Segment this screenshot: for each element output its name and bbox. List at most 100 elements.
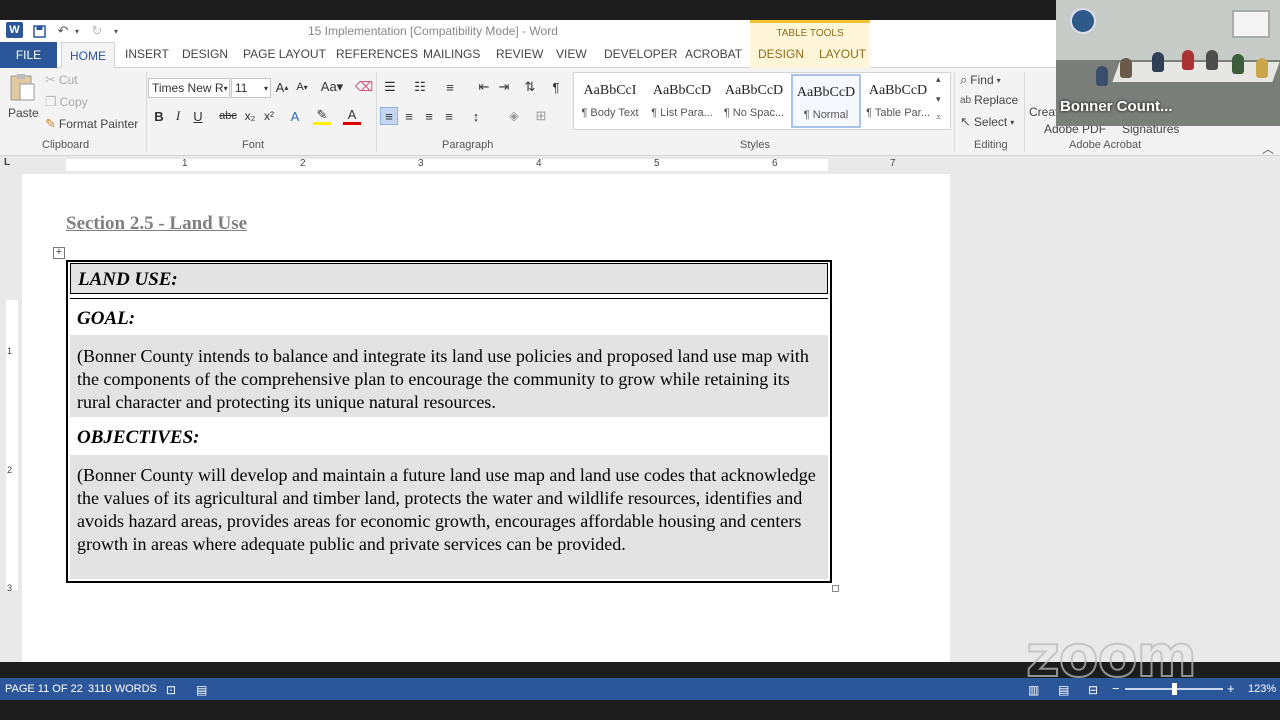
strikethrough-icon[interactable]: abc <box>219 107 237 125</box>
align-center-icon[interactable]: ≡ <box>400 107 418 125</box>
style-name: ¶ Body Text <box>581 107 639 119</box>
table-cell-goal-text[interactable]: (Bonner County intends to balance and in… <box>70 335 828 417</box>
tab-references[interactable]: REFERENCES <box>336 47 418 61</box>
tab-table-layout[interactable]: LAYOUT <box>819 47 866 61</box>
page-counter[interactable]: PAGE 11 OF 22 <box>5 683 83 695</box>
video-window <box>1232 10 1270 38</box>
tab-acrobat[interactable]: ACROBAT <box>685 47 742 61</box>
tab-view[interactable]: VIEW <box>556 47 587 61</box>
chevron-down-icon: ▾ <box>223 83 228 93</box>
redo-icon[interactable]: ↻ <box>88 22 106 40</box>
paste-icon[interactable] <box>8 72 38 102</box>
underline-icon[interactable]: U <box>189 107 207 125</box>
show-formatting-icon[interactable]: ¶ <box>547 78 565 96</box>
table-tools-header: TABLE TOOLS <box>750 20 870 44</box>
style-body-text[interactable]: AaBbCcI ¶ Body Text <box>575 74 645 128</box>
macro-record-icon[interactable]: ▤ <box>196 683 207 697</box>
sort-icon[interactable]: ⇅ <box>521 78 539 96</box>
style-normal[interactable]: AaBbCcD ¶ Normal <box>791 74 861 128</box>
tab-page-layout[interactable]: PAGE LAYOUT <box>243 47 326 61</box>
shrink-font-icon[interactable]: A ▾ <box>293 78 311 96</box>
numbering-icon[interactable]: ☷ <box>411 78 429 96</box>
table-cell-objectives-text[interactable]: (Bonner County will develop and maintain… <box>70 455 828 579</box>
select-button[interactable]: ↖ Select ▾ <box>960 114 1014 130</box>
ruler-label: 4 <box>536 158 542 169</box>
tab-selector-icon[interactable]: L <box>4 157 10 168</box>
font-name-combo[interactable]: Times New R ▾ <box>148 78 230 98</box>
superscript-icon[interactable]: x² <box>260 107 278 125</box>
undo-icon[interactable]: ↶ <box>54 22 72 40</box>
zoom-out-icon[interactable]: − <box>1112 681 1120 696</box>
line-spacing-icon[interactable]: ↕ <box>467 107 485 125</box>
tab-insert[interactable]: INSERT <box>125 47 169 61</box>
align-right-icon[interactable]: ≡ <box>420 107 438 125</box>
word-app-icon: W <box>6 22 23 38</box>
paragraph-group-label: Paragraph <box>442 139 494 151</box>
print-layout-icon[interactable]: ▤ <box>1058 683 1069 697</box>
italic-icon[interactable]: I <box>169 107 187 125</box>
table-cell-goal[interactable]: GOAL: <box>70 298 828 335</box>
table-move-handle-icon[interactable]: + <box>53 247 65 259</box>
tab-developer[interactable]: DEVELOPER <box>604 47 677 61</box>
participant-figure <box>1152 52 1164 72</box>
tab-table-design[interactable]: DESIGN <box>758 47 804 61</box>
tab-file[interactable]: FILE <box>0 42 57 68</box>
format-painter-button[interactable]: ✎ Format Painter <box>45 116 138 132</box>
group-divider <box>376 72 377 152</box>
zoom-level[interactable]: 123% <box>1248 683 1276 695</box>
align-left-icon[interactable]: ≡ <box>380 107 398 125</box>
style-table-paragraph[interactable]: AaBbCcD ¶ Table Par... <box>863 74 933 128</box>
copy-button[interactable]: ❐ Copy <box>45 94 88 110</box>
web-layout-icon[interactable]: ⊟ <box>1088 683 1098 697</box>
read-mode-icon[interactable]: ▥ <box>1028 683 1039 697</box>
paste-button[interactable]: Paste <box>8 106 39 120</box>
video-participant-thumbnail[interactable]: Bonner Count... <box>1056 0 1280 126</box>
document-title: 15 Implementation [Compatibility Mode] -… <box>308 24 558 38</box>
increase-indent-icon[interactable]: ⇥ <box>495 78 513 96</box>
subscript-icon[interactable]: x₂ <box>241 107 259 125</box>
table-cell-land-use[interactable]: LAND USE: <box>70 263 828 294</box>
save-icon[interactable] <box>30 22 48 40</box>
styles-scroll-up-icon[interactable]: ▴ <box>936 74 941 85</box>
multilevel-list-icon[interactable]: ≡ <box>441 78 459 96</box>
text-effects-icon[interactable]: A <box>286 107 304 125</box>
tab-home[interactable]: HOME <box>61 42 115 69</box>
change-case-icon[interactable]: Aa▾ <box>318 78 346 96</box>
zoom-slider-thumb[interactable] <box>1172 683 1177 695</box>
zoom-in-icon[interactable]: + <box>1227 681 1235 696</box>
word-count[interactable]: 3110 WORDS <box>88 683 157 695</box>
proofing-icon[interactable]: ⊡ <box>166 683 176 697</box>
style-no-spacing[interactable]: AaBbCcD ¶ No Spac... <box>719 74 789 128</box>
bullets-icon[interactable]: ☰ <box>381 78 399 96</box>
bold-icon[interactable]: B <box>150 107 168 125</box>
highlight-icon[interactable]: ✎ <box>313 107 331 125</box>
undo-dropdown-icon[interactable]: ▾ <box>72 22 82 40</box>
land-use-table[interactable]: LAND USE: GOAL: (Bonner County intends t… <box>66 260 832 583</box>
grow-font-icon[interactable]: A ▴ <box>273 78 291 96</box>
style-list-paragraph[interactable]: AaBbCcD ¶ List Para... <box>647 74 717 128</box>
group-divider <box>954 72 955 152</box>
table-resize-handle[interactable] <box>832 585 839 592</box>
cut-button[interactable]: ✂ Cut <box>45 72 78 88</box>
decrease-indent-icon[interactable]: ⇤ <box>475 78 493 96</box>
replace-button[interactable]: ab Replace <box>960 93 1018 107</box>
clear-formatting-icon[interactable]: ⌫ <box>355 78 373 96</box>
find-button[interactable]: ⌕ Find ▾ <box>960 72 1001 88</box>
borders-icon[interactable]: ⊞ <box>532 107 550 125</box>
justify-icon[interactable]: ≡ <box>440 107 458 125</box>
tab-mailings[interactable]: MAILINGS <box>423 47 480 61</box>
participant-figure <box>1120 58 1132 78</box>
section-heading[interactable]: Section 2.5 - Land Use <box>66 213 247 235</box>
table-cell-objectives[interactable]: OBJECTIVES: <box>70 417 828 455</box>
shading-icon[interactable]: ◈ <box>505 107 523 125</box>
create-pdf-button[interactable]: Creat <box>1029 105 1058 119</box>
styles-scroll-down-icon[interactable]: ▾ <box>936 94 941 105</box>
font-size-combo[interactable]: 11 ▾ <box>231 78 271 98</box>
styles-more-icon[interactable]: ⩡ <box>936 112 941 123</box>
font-color-icon[interactable]: A <box>343 107 361 125</box>
tab-review[interactable]: REVIEW <box>496 47 543 61</box>
customize-qat-icon[interactable]: ▾ <box>110 22 122 40</box>
group-divider <box>1024 72 1025 152</box>
collapse-ribbon-icon[interactable]: ︿ <box>1262 140 1274 157</box>
tab-design[interactable]: DESIGN <box>182 47 228 61</box>
